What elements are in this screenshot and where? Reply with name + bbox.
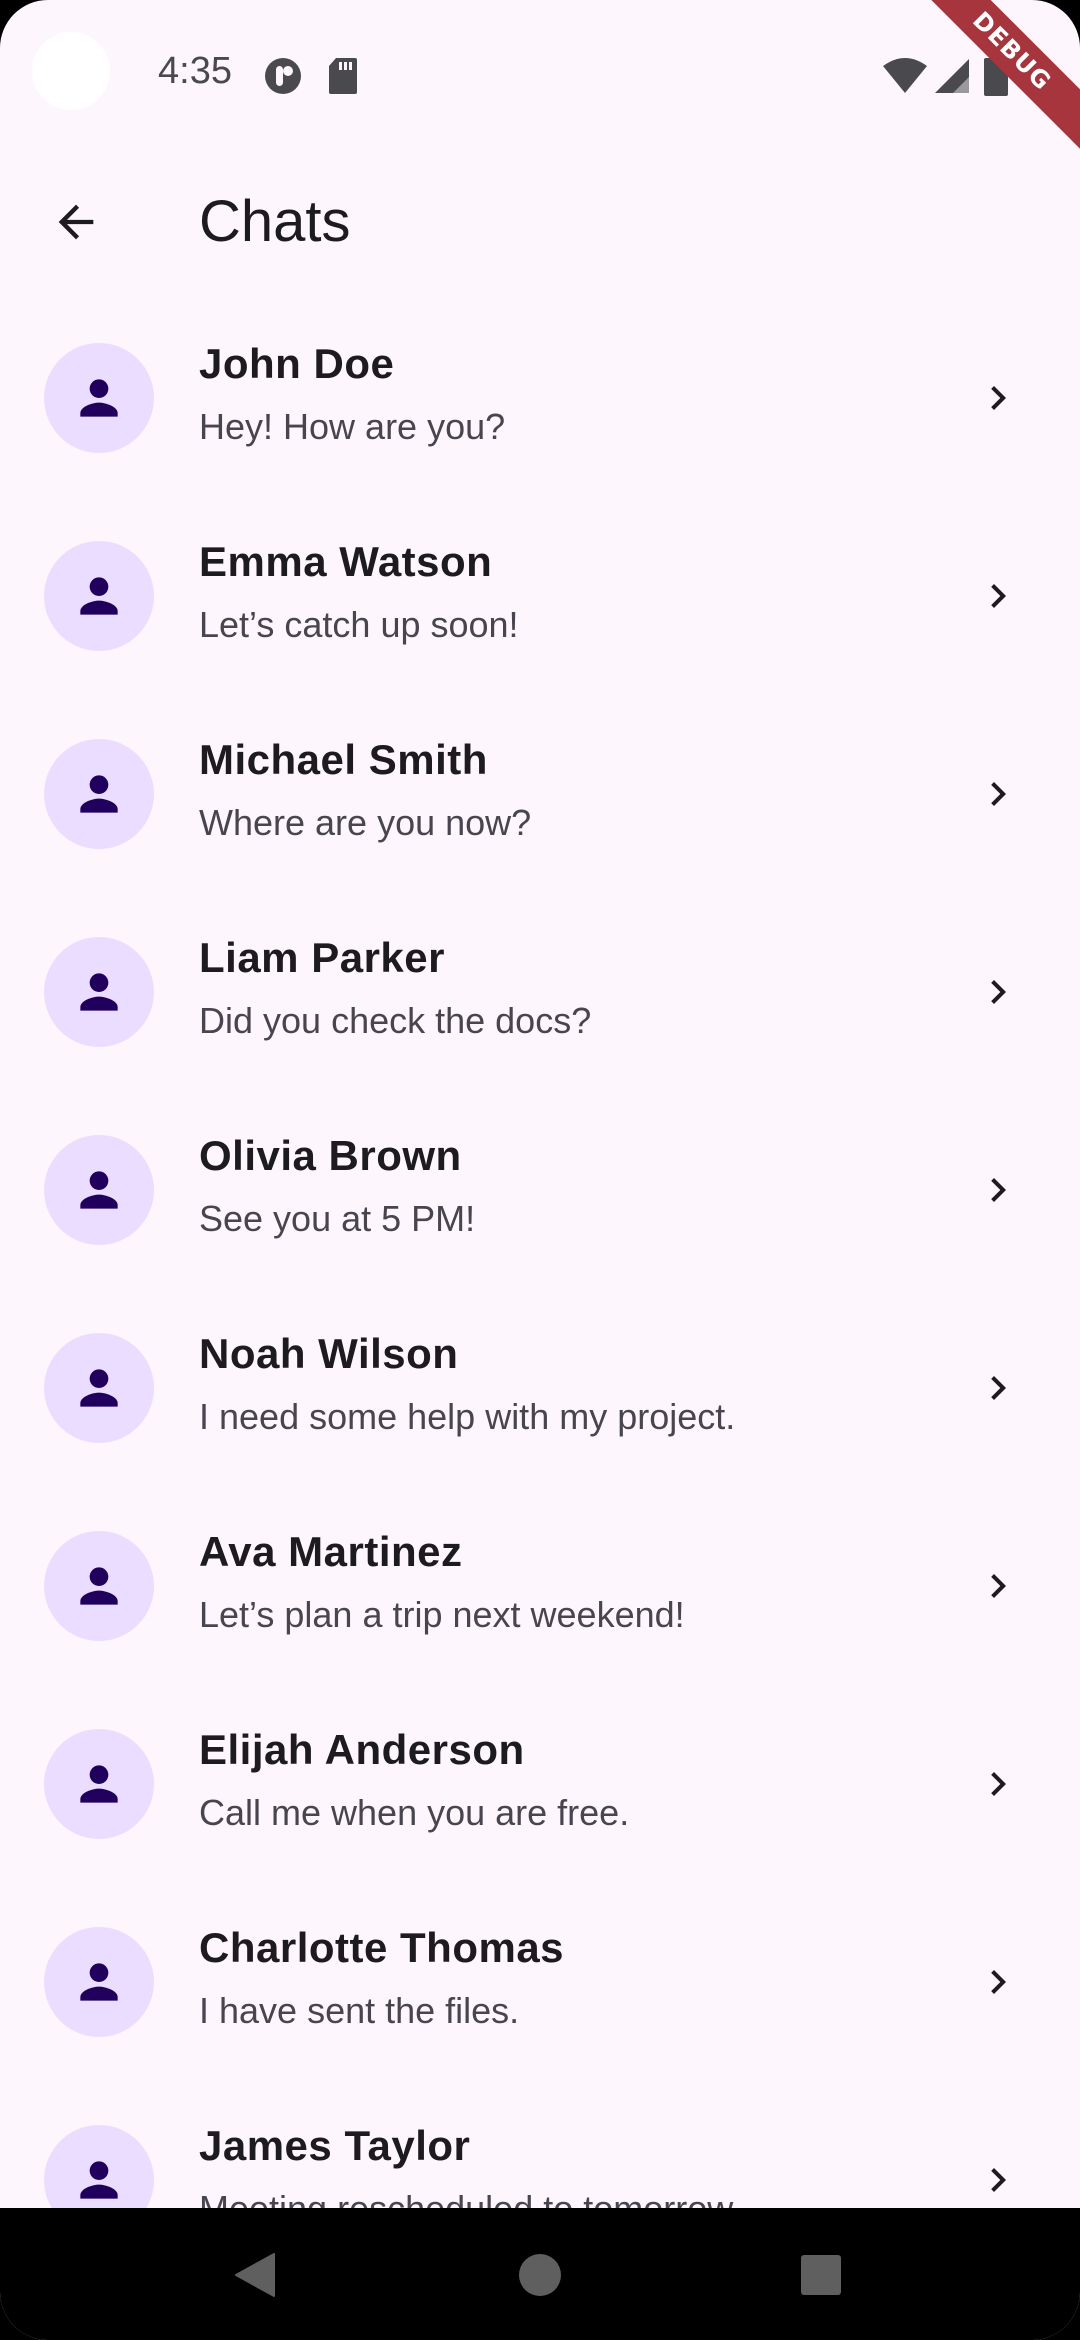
last-message: Call me when you are free.: [199, 1792, 630, 1833]
camera-cutout: [32, 32, 110, 110]
contact-name: Michael Smith: [199, 736, 488, 783]
back-button[interactable]: [34, 180, 118, 264]
avatar: [44, 541, 154, 651]
page-title: Chats: [199, 189, 351, 254]
wifi-icon: [883, 58, 927, 93]
last-message: Let’s plan a trip next weekend!: [199, 1594, 685, 1635]
avatar: [44, 739, 154, 849]
person-icon: [80, 1963, 118, 2001]
avatar: [44, 1927, 154, 2037]
chevron-right-icon: [968, 2150, 1028, 2210]
chevron-right-icon: [968, 368, 1028, 428]
contact-name: Emma Watson: [199, 538, 493, 585]
contact-name: Elijah Anderson: [199, 1726, 525, 1773]
arrow-back-icon: [58, 204, 94, 240]
nav-home-icon[interactable]: [518, 2253, 562, 2297]
chevron-right-icon: [968, 1160, 1028, 1220]
chat-list-item[interactable]: Charlotte Thomas I have sent the files.: [0, 1882, 1080, 2080]
avatar: [44, 1135, 154, 1245]
nav-back-icon[interactable]: [234, 2252, 276, 2298]
contact-name: Charlotte Thomas: [199, 1924, 565, 1971]
last-message: Let’s catch up soon!: [199, 604, 519, 645]
chevron-right-icon: [968, 1358, 1028, 1418]
last-message: Did you check the docs?: [199, 1000, 592, 1041]
last-message: Where are you now?: [199, 802, 532, 843]
person-icon: [80, 2161, 118, 2199]
status-time: 4:35: [158, 50, 232, 92]
avatar: [44, 1531, 154, 1641]
chevron-right-icon: [968, 962, 1028, 1022]
person-icon: [80, 1369, 118, 1407]
person-icon: [80, 973, 118, 1011]
navigation-bar: [0, 2208, 1080, 2340]
person-icon: [80, 1567, 118, 1605]
avatar: [44, 937, 154, 1047]
signal-icon: [935, 59, 969, 93]
contact-name: James Taylor: [199, 2122, 471, 2169]
avatar: [44, 343, 154, 453]
last-message: I have sent the files.: [199, 1990, 520, 2031]
sd-card-icon: [329, 58, 357, 94]
chat-list-item[interactable]: Michael Smith Where are you now?: [0, 694, 1080, 892]
chat-list-item[interactable]: John Doe Hey! How are you?: [0, 298, 1080, 496]
person-icon: [80, 379, 118, 417]
contact-name: Ava Martinez: [199, 1528, 463, 1575]
chat-list-item[interactable]: Emma Watson Let’s catch up soon!: [0, 496, 1080, 694]
person-icon: [80, 1171, 118, 1209]
app-bar: Chats: [0, 160, 1080, 280]
avatar: [44, 1729, 154, 1839]
nav-recents-icon[interactable]: [800, 2254, 842, 2296]
notification-app-icon: [265, 58, 301, 94]
chevron-right-icon: [968, 764, 1028, 824]
person-icon: [80, 775, 118, 813]
last-message: Hey! How are you?: [199, 406, 506, 447]
person-icon: [80, 1765, 118, 1803]
contact-name: Noah Wilson: [199, 1330, 459, 1377]
chevron-right-icon: [968, 1754, 1028, 1814]
chat-list-item[interactable]: Noah Wilson I need some help with my pro…: [0, 1288, 1080, 1486]
last-message: See you at 5 PM!: [199, 1198, 476, 1239]
chat-list-item[interactable]: Ava Martinez Let’s plan a trip next week…: [0, 1486, 1080, 1684]
chevron-right-icon: [968, 566, 1028, 626]
contact-name: Liam Parker: [199, 934, 445, 981]
avatar: [44, 1333, 154, 1443]
chevron-right-icon: [968, 1556, 1028, 1616]
chat-list-item[interactable]: Elijah Anderson Call me when you are fre…: [0, 1684, 1080, 1882]
screen: 4:35 DEBUG Chats John Doe Hey! How are y…: [0, 0, 1080, 2340]
contact-name: John Doe: [199, 340, 395, 387]
chevron-right-icon: [968, 1952, 1028, 2012]
person-icon: [80, 577, 118, 615]
last-message: I need some help with my project.: [199, 1396, 736, 1437]
chat-list-item[interactable]: Olivia Brown See you at 5 PM!: [0, 1090, 1080, 1288]
chat-list: John Doe Hey! How are you? Emma Watson L…: [0, 298, 1080, 2278]
chat-list-item[interactable]: Liam Parker Did you check the docs?: [0, 892, 1080, 1090]
contact-name: Olivia Brown: [199, 1132, 462, 1179]
status-bar: 4:35: [0, 0, 1080, 150]
